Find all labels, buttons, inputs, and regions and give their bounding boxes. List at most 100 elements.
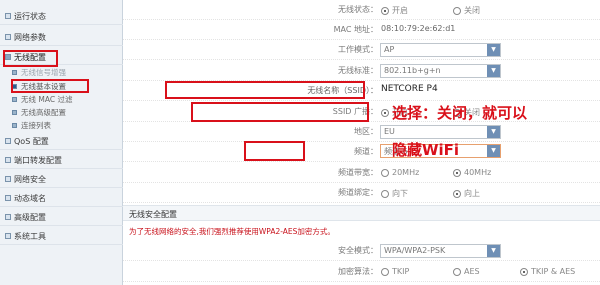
wireless-menu-highlight [3,50,58,67]
region-row: 地区： EU ▼ [123,122,600,142]
radio-label: 40MHz [464,168,492,177]
sidebar-subitem-signal-boost[interactable]: 无线信号增强 [12,66,120,78]
sidebar-subitem-label: 连接列表 [21,120,51,130]
submenu-bullet-icon [12,109,17,115]
radio-unchecked-icon [453,6,461,15]
sidebar-nav: 运行状态 网络参数 无线配置 无线信号增强 无线基本设置 无线 MAC 过滤 无… [0,0,123,285]
security-mode-label: 安全模式： [338,246,378,255]
bandwidth-label: 频道带宽： [338,168,378,177]
standard-select[interactable]: 802.11b+g+n ▼ [380,64,501,78]
sidebar-item-label: 运行状态 [14,11,46,21]
security-mode-select[interactable]: WPA/WPA2-PSK ▼ [380,244,501,258]
sidebar-item-label: 系统工具 [14,231,46,241]
radio-checked-icon [381,6,389,15]
radio-label: 关闭 [464,6,480,15]
radio-unchecked-icon [381,168,389,177]
menu-bullet-icon [5,214,11,220]
radio-label: 20MHz [392,168,420,177]
submenu-bullet-icon [12,96,17,102]
sidebar-item-label: 网络参数 [14,32,46,42]
ssid-name-highlight [165,81,365,99]
wireless-off-radio[interactable]: 关闭 [453,5,480,16]
sidebar-item-label: 高级配置 [14,212,46,222]
radio-unchecked-icon [381,267,389,276]
radio-label: 向下 [392,189,408,198]
select-value: 802.11b+g+n [384,66,441,75]
wireless-settings-form: 无线状态： 开启 关闭 MAC 地址： 08:10:79:2e:62:d1 工作… [123,0,600,285]
wireless-status-row: 无线状态： 开启 关闭 [123,0,600,20]
sidebar-item-label: 端口转发配置 [14,155,62,165]
security-section-header: 无线安全配置 [123,205,600,221]
channel-bind-label: 频道绑定： [338,188,378,197]
menu-bullet-icon [5,176,11,182]
select-value: WPA/WPA2-PSK [384,246,446,255]
sidebar-subitem-advanced[interactable]: 无线高级配置 [12,106,120,118]
menu-bullet-icon [5,34,11,40]
annotation-callout: 选择：关闭，就可以 隐藏WiFi [392,95,527,169]
radio-checked-icon [381,108,389,117]
work-mode-label: 工作模式： [338,45,378,54]
radio-unchecked-icon [381,189,389,198]
sidebar-subitem-label: 无线信号增强 [21,67,66,77]
submenu-bullet-icon [12,69,17,75]
security-notice: 为了无线网络的安全,我们强烈推荐使用WPA2-AES加密方式。 [129,227,335,236]
sidebar-item-label: 网络安全 [14,174,46,184]
chevron-down-icon: ▼ [487,245,500,257]
select-value: AP [384,45,395,54]
sidebar-subitem-mac-filter[interactable]: 无线 MAC 过滤 [12,93,120,105]
radio-label: TKIP [392,267,410,276]
radio-checked-icon [453,189,461,198]
menu-bullet-icon [5,13,11,19]
wireless-status-label: 无线状态： [338,5,378,14]
channel-bind-row: 频道绑定： 向下 向上 [123,183,600,203]
sidebar-subitem-connections[interactable]: 连接列表 [12,119,120,131]
algorithm-row: 加密算法： TKIP AES TKIP & AES [123,262,600,282]
sidebar-item-network[interactable]: 网络参数 [0,29,123,46]
standard-label: 无线标准： [338,66,378,75]
radio-checked-icon [520,267,528,276]
region-label: 地区： [354,127,378,136]
sidebar-item-system-tools[interactable]: 系统工具 [0,228,123,245]
submenu-bullet-icon [12,122,17,128]
work-mode-select[interactable]: AP ▼ [380,43,501,57]
channel-highlight [244,141,305,161]
radio-unchecked-icon [453,267,461,276]
annotation-line-1: 选择：关闭，就可以 [392,104,528,122]
sidebar-item-label: 动态域名 [14,193,46,203]
radio-label: AES [464,267,480,276]
menu-bullet-icon [5,195,11,201]
sidebar-item-port-forward[interactable]: 端口转发配置 [0,152,123,169]
mac-value: 08:10:79:2e:62:d1 [381,24,456,33]
chevron-down-icon: ▼ [487,65,500,77]
algorithm-label: 加密算法： [338,267,378,276]
radio-label: 开启 [392,6,408,15]
bind-up-radio[interactable]: 向上 [453,188,480,199]
menu-bullet-icon [5,157,11,163]
wireless-on-radio[interactable]: 开启 [381,5,408,16]
mac-label: MAC 地址： [333,25,378,34]
sidebar-item-status[interactable]: 运行状态 [0,8,123,25]
sidebar-item-ddns[interactable]: 动态域名 [0,190,123,207]
sidebar-item-advanced[interactable]: 高级配置 [0,209,123,226]
menu-bullet-icon [5,138,11,144]
sidebar-item-label: QoS 配置 [14,136,49,146]
radio-label: 向上 [464,189,480,198]
chevron-down-icon: ▼ [487,44,500,56]
sidebar-item-security[interactable]: 网络安全 [0,171,123,188]
algo-aes-radio[interactable]: AES [453,267,480,276]
work-mode-row: 工作模式： AP ▼ [123,40,600,60]
sidebar-item-qos[interactable]: QoS 配置 [0,133,123,150]
algo-tkip-radio[interactable]: TKIP [381,267,409,276]
algo-tkip-aes-radio[interactable]: TKIP & AES [520,267,575,276]
radio-checked-icon [453,168,461,177]
channel-row: 频道： 频道 6 ▼ [123,142,600,162]
bandwidth-row: 频道带宽： 20MHz 40MHz [123,163,600,183]
sidebar-subitem-label: 无线高级配置 [21,107,66,117]
bandwidth-20-radio[interactable]: 20MHz [381,168,419,177]
security-mode-row: 安全模式： WPA/WPA2-PSK ▼ [123,241,600,261]
menu-bullet-icon [5,233,11,239]
bind-down-radio[interactable]: 向下 [381,188,408,199]
bandwidth-40-radio[interactable]: 40MHz [453,168,491,177]
ssid-name-input[interactable]: NETCORE P4 [381,84,438,94]
annotation-line-2: 隐藏WiFi [392,141,460,159]
